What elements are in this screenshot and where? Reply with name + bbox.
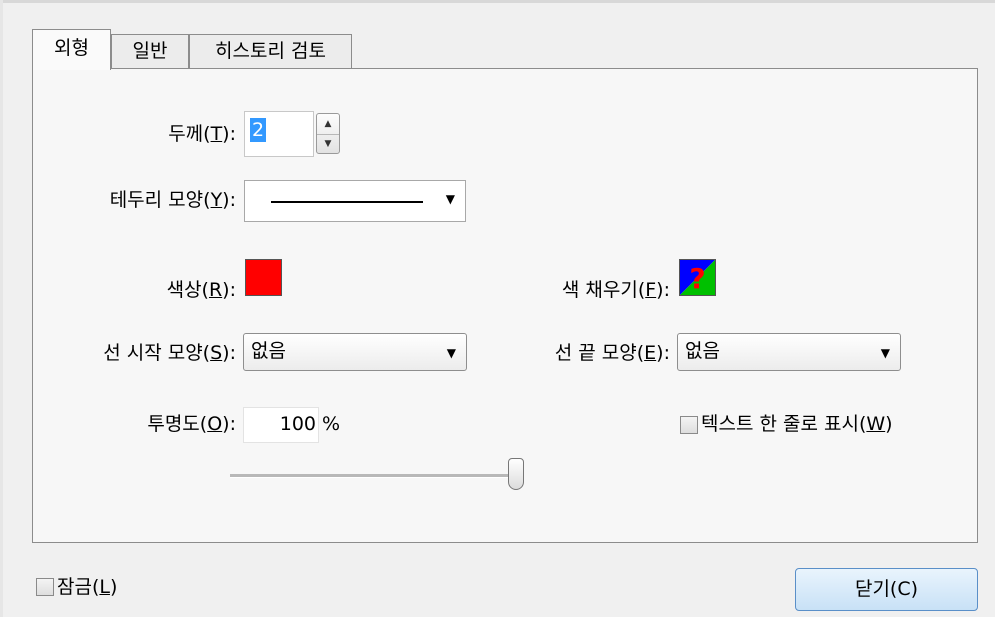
line-end-value: 없음	[685, 340, 720, 362]
show-text-one-line-checkbox[interactable]	[680, 416, 698, 434]
line-start-label: 선 시작 모양(S):	[103, 342, 236, 364]
opacity-slider-track[interactable]	[230, 474, 516, 478]
window-left-edge	[0, 0, 3, 617]
tab-appearance-label: 외형	[54, 37, 89, 59]
line-start-value: 없음	[251, 340, 286, 362]
chevron-down-icon: ▼	[446, 346, 456, 360]
chevron-down-icon: ▼	[880, 346, 890, 360]
spin-down-icon[interactable]: ▼	[317, 134, 339, 154]
border-style-dropdown[interactable]: ▼	[244, 180, 466, 222]
line-end-label: 선 끝 모양(E):	[554, 342, 670, 364]
border-style-label: 테두리 모양(Y):	[109, 189, 236, 211]
opacity-unit: %	[322, 413, 341, 435]
show-text-one-line-label[interactable]: 텍스트 한 줄로 표시(W)	[701, 412, 893, 436]
opacity-value: 100	[279, 413, 316, 435]
thickness-value: 2	[250, 118, 267, 142]
line-end-dropdown[interactable]: 없음 ▼	[677, 333, 901, 371]
opacity-slider-thumb[interactable]	[508, 458, 524, 490]
chevron-down-icon: ▼	[445, 192, 455, 206]
thickness-spinner[interactable]: ▲ ▼	[316, 113, 340, 154]
close-button-label: 닫기(C)	[854, 578, 919, 600]
tab-review-history-label: 히스토리 검토	[215, 40, 326, 62]
solid-line-sample	[271, 201, 423, 203]
tab-general-label: 일반	[132, 40, 168, 62]
lock-label[interactable]: 잠금(L)	[57, 575, 117, 599]
fill-color-label: 색 채우기(F):	[561, 279, 670, 301]
color-label: 색상(R):	[166, 279, 236, 301]
line-start-dropdown[interactable]: 없음 ▼	[243, 333, 467, 371]
spin-up-icon[interactable]: ▲	[317, 114, 339, 135]
opacity-label: 투명도(O):	[147, 413, 236, 435]
close-button[interactable]: 닫기(C)	[795, 568, 978, 611]
tab-review-history[interactable]: 히스토리 검토	[189, 34, 352, 68]
tab-appearance[interactable]: 외형	[32, 29, 111, 70]
tab-general[interactable]: 일반	[111, 34, 189, 68]
fill-color-swatch-button[interactable]: ?	[679, 259, 716, 296]
window-top-edge	[0, 0, 995, 3]
thickness-label: 두께(T):	[168, 123, 236, 145]
lock-checkbox[interactable]	[36, 578, 54, 596]
fill-question-mark: ?	[689, 262, 705, 295]
no-fill-icon: ?	[680, 260, 715, 295]
color-swatch-button[interactable]	[245, 259, 282, 296]
